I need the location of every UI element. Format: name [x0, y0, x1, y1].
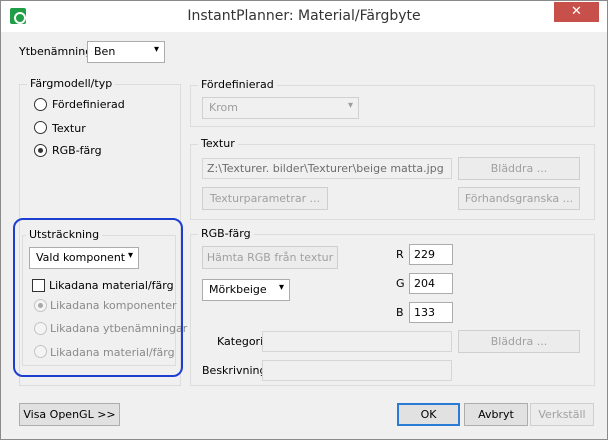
kategori-browse-button[interactable]: Bläddra ... [458, 330, 580, 353]
ytbenamning-select[interactable]: Ben ▾ [87, 41, 165, 63]
radio-fordefinierad-label: Fördefinierad [52, 98, 125, 111]
b-input[interactable]: 133 [409, 302, 453, 323]
textur-browse-button[interactable]: Bläddra ... [458, 157, 580, 180]
fordefinierad-title: Fördefinierad [198, 78, 277, 91]
r-label: R [396, 248, 404, 261]
highlight-annotation [13, 218, 183, 377]
radio-textur-label: Textur [52, 122, 86, 135]
rgb-preset-value: Mörkbeige [209, 283, 267, 296]
chevron-down-icon: ▾ [278, 282, 284, 293]
window-title: InstantPlanner: Material/Färgbyte [187, 8, 421, 24]
radio-textur[interactable] [34, 121, 47, 134]
texturparametrar-button[interactable]: Texturparametrar ... [202, 187, 328, 210]
chevron-down-icon: ▾ [347, 100, 353, 111]
radio-rgb[interactable] [34, 144, 47, 157]
radio-rgb-label: RGB-färg [52, 144, 102, 157]
b-label: B [396, 306, 404, 319]
beskrivning-field[interactable] [262, 360, 452, 381]
textur-title: Textur [198, 137, 238, 150]
beskrivning-label: Beskrivning [202, 364, 267, 377]
ok-button[interactable]: OK [397, 403, 460, 426]
forhandsgranska-button[interactable]: Förhandsgranska ... [458, 187, 580, 210]
g-input[interactable]: 204 [409, 273, 453, 294]
fargmodell-title: Färgmodell/typ [27, 77, 116, 90]
close-button[interactable]: ✕ [554, 2, 599, 22]
chevron-down-icon: ▾ [153, 44, 159, 55]
ytbenamning-value: Ben [94, 45, 116, 58]
rgb-title: RGB-färg [198, 227, 254, 240]
fordefinierad-value: Krom [209, 101, 238, 114]
g-label: G [396, 277, 405, 290]
cancel-button[interactable]: Avbryt [464, 403, 528, 426]
textur-path-field[interactable]: Z:\Texturer. bilder\Texturer\beige matta… [202, 158, 452, 179]
r-input[interactable]: 229 [409, 244, 453, 265]
apply-button[interactable]: Verkställ [530, 403, 594, 426]
radio-fordefinierad[interactable] [34, 98, 47, 111]
rgb-preset-select[interactable]: Mörkbeige ▾ [202, 279, 290, 301]
ytbenamning-label: Ytbenämning [19, 45, 93, 58]
dialog-window: InstantPlanner: Material/Färgbyte ✕ Ytbe… [0, 0, 608, 440]
visa-opengl-button[interactable]: Visa OpenGL >> [19, 403, 120, 426]
fordefinierad-select[interactable]: Krom ▾ [202, 97, 359, 119]
kategori-field[interactable] [262, 331, 452, 352]
hamta-rgb-button[interactable]: Hämta RGB från textur [202, 246, 338, 269]
title-bar: InstantPlanner: Material/Färgbyte ✕ [1, 1, 607, 32]
kategori-label: Kategori [217, 335, 264, 348]
